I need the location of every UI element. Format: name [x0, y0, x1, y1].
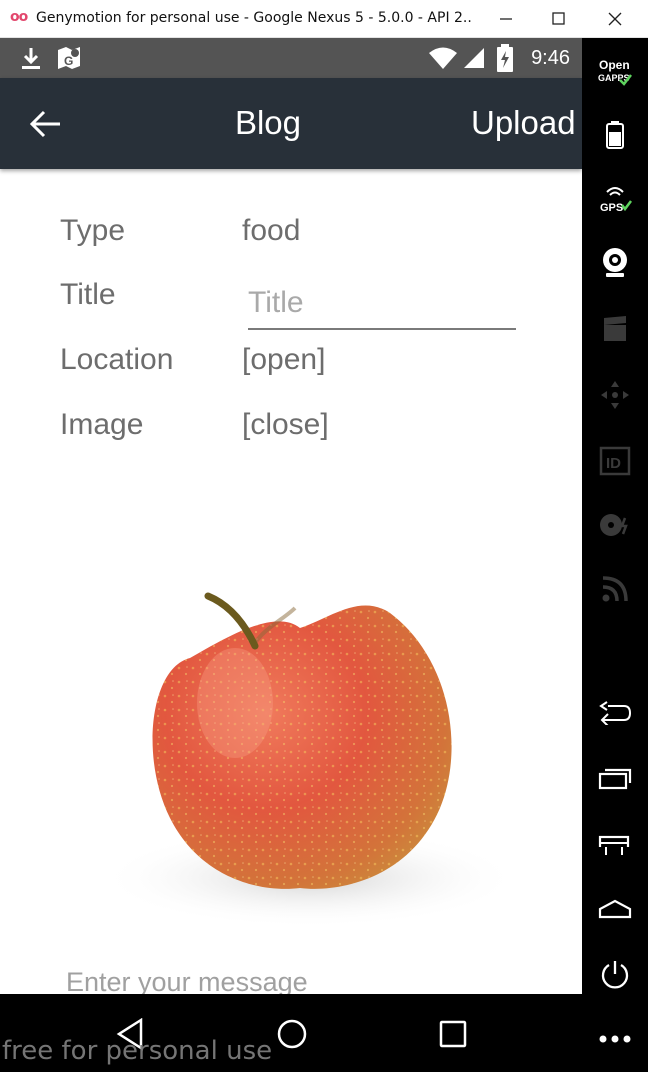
page-title: Blog — [234, 104, 302, 141]
open-gapps-button[interactable]: Open GAPPS — [596, 54, 634, 92]
nav-recents-button[interactable] — [431, 1012, 475, 1056]
location-label: Location — [60, 343, 174, 376]
webcam-button[interactable] — [596, 244, 634, 282]
type-label: Type — [60, 214, 126, 247]
battery-icon — [606, 121, 624, 149]
toolbar-recents-button[interactable] — [596, 760, 634, 798]
upload-button[interactable]: Upload — [471, 104, 576, 142]
image-label: Image — [60, 408, 144, 441]
svg-text:G: G — [64, 54, 73, 68]
location-toggle[interactable]: [open] — [242, 343, 325, 377]
message-input[interactable] — [66, 962, 546, 994]
square-recents-icon — [439, 1020, 467, 1048]
battery-button[interactable] — [596, 116, 634, 154]
download-icon — [22, 48, 40, 69]
nav-home-button[interactable] — [270, 1012, 314, 1056]
maps-icon: G — [58, 47, 80, 69]
apple-photo[interactable] — [50, 468, 536, 958]
more-button[interactable] — [596, 1020, 634, 1058]
svg-text:Open: Open — [599, 58, 630, 72]
home-icon — [598, 899, 632, 919]
dpad-button[interactable] — [596, 376, 634, 414]
capture-button[interactable] — [596, 310, 634, 348]
more-icon — [599, 1035, 631, 1043]
webcam-icon — [603, 248, 627, 277]
minimize-button[interactable] — [478, 0, 532, 38]
dpad-icon — [601, 381, 629, 409]
signal-icon — [464, 48, 484, 68]
genymotion-logo: oo — [10, 9, 28, 25]
watermark-text: free for personal use — [2, 1036, 273, 1066]
gps-icon: GPS — [600, 187, 632, 214]
window-title: Genymotion for personal use - Google Nex… — [36, 10, 472, 26]
toolbar-back-button[interactable] — [596, 694, 634, 732]
power-icon — [601, 961, 629, 989]
device-screen: G 9:46 Blog Upload Type food Title Locat… — [0, 38, 582, 994]
apple-speckle — [152, 605, 452, 889]
maximize-icon — [552, 12, 565, 25]
svg-text:ID: ID — [606, 455, 621, 472]
close-icon — [608, 12, 622, 26]
svg-text:GPS: GPS — [600, 202, 623, 214]
image-toggle[interactable]: [close] — [242, 408, 329, 442]
apple-highlight — [197, 648, 273, 758]
circle-home-icon — [277, 1019, 307, 1049]
battery-charging-icon — [497, 44, 513, 72]
recents-icon — [598, 768, 632, 790]
status-time: 9:46 — [531, 47, 570, 69]
status-bar: G 9:46 — [0, 38, 582, 78]
clapper-icon — [604, 316, 626, 341]
cast-button[interactable] — [596, 570, 634, 608]
minimize-icon — [500, 18, 512, 20]
genymotion-toolbar: Open GAPPS GPS ID — [582, 38, 648, 1072]
menu-icon — [598, 835, 632, 857]
type-value[interactable]: food — [242, 214, 300, 248]
toolbar-menu-button[interactable] — [596, 826, 634, 864]
device-id-button[interactable]: ID — [596, 442, 634, 480]
app-bar: Blog Upload — [0, 78, 582, 169]
back-icon — [599, 701, 632, 725]
cast-icon — [602, 576, 628, 602]
maximize-button[interactable] — [532, 0, 586, 38]
power-button[interactable] — [596, 956, 634, 994]
id-icon: ID — [599, 446, 631, 476]
close-window-button[interactable] — [588, 0, 642, 38]
wifi-icon — [429, 47, 457, 69]
disk-icon — [600, 514, 628, 536]
open-gapps-icon: Open GAPPS — [598, 58, 632, 86]
disk-io-button[interactable] — [596, 506, 634, 544]
gps-button[interactable]: GPS — [596, 180, 634, 218]
window-titlebar: oo Genymotion for personal use - Google … — [0, 0, 648, 38]
toolbar-home-button[interactable] — [596, 890, 634, 928]
title-label: Title — [60, 278, 116, 311]
title-input[interactable] — [248, 278, 516, 330]
